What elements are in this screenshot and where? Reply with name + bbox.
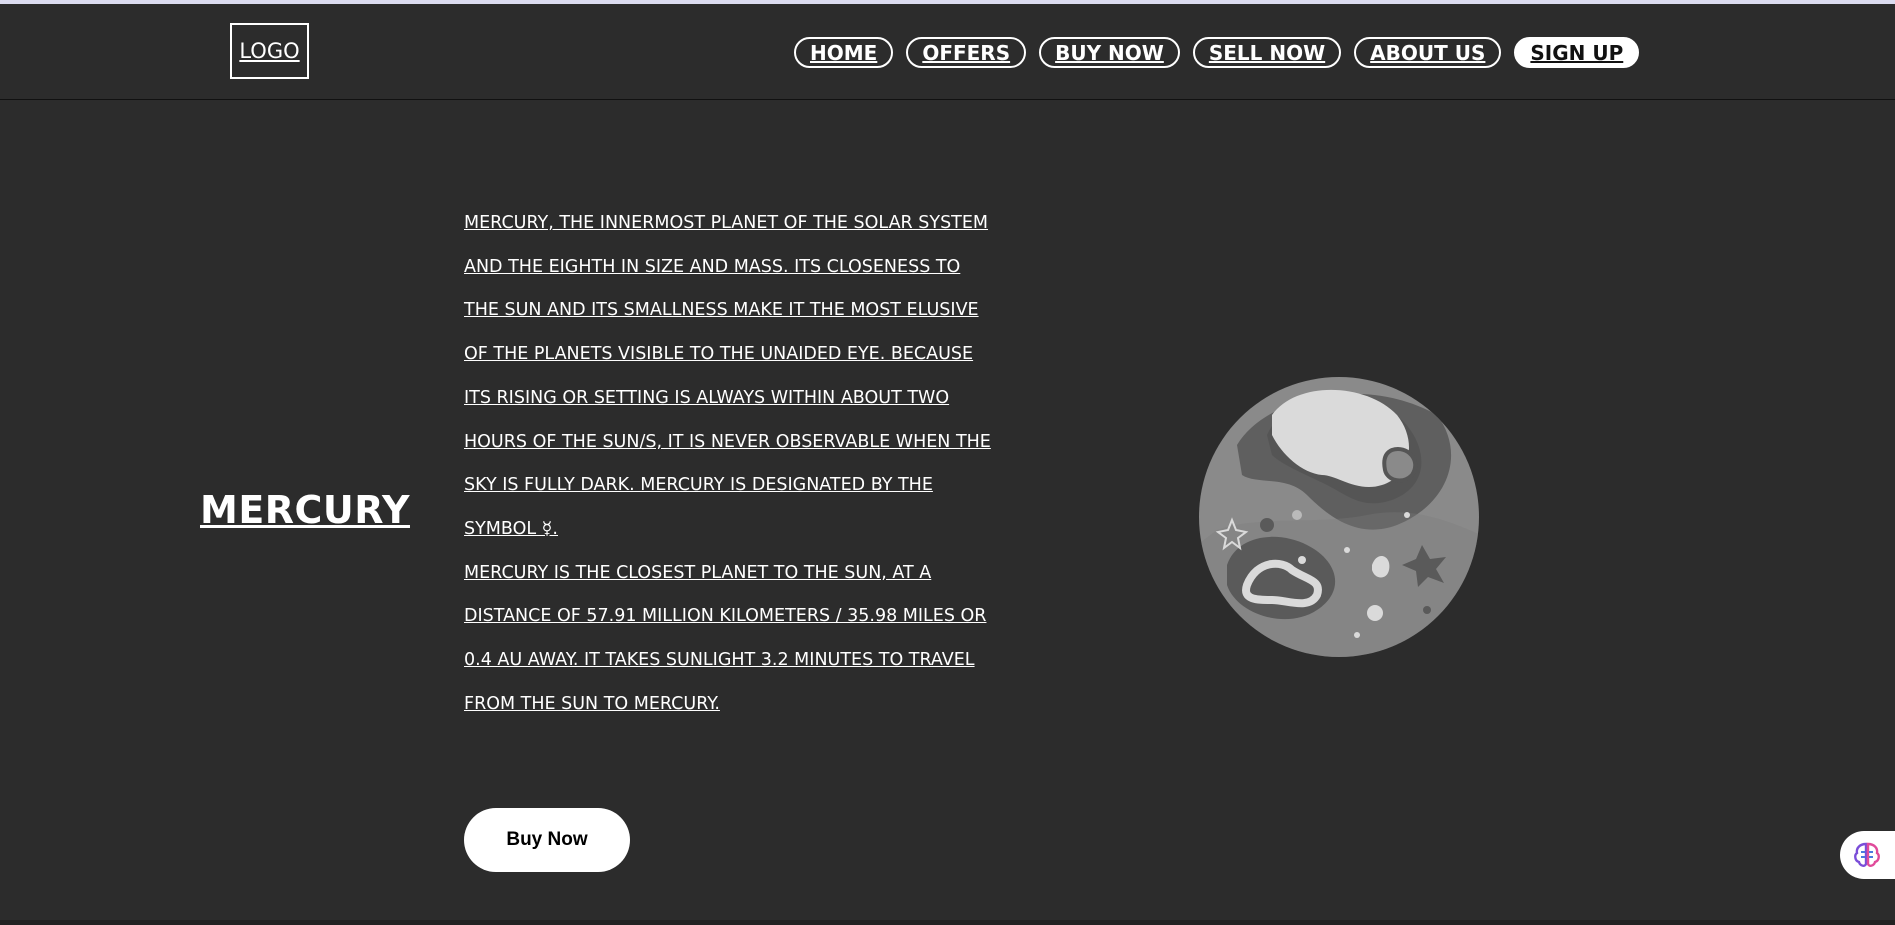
assistant-widget-button[interactable]: [1840, 831, 1895, 879]
page-bottom-edge: [0, 920, 1895, 925]
nav-offers-button[interactable]: OFFERS: [906, 37, 1027, 68]
main-nav: HOME OFFERS BUY NOW SELL NOW ABOUT US SI…: [794, 37, 1640, 68]
nav-buy-now-button[interactable]: BUY NOW: [1039, 37, 1180, 68]
buy-now-button[interactable]: Buy Now: [464, 808, 630, 872]
description-paragraph-2: Mercury is the closest planet to the sun…: [464, 562, 987, 714]
nav-about-us-button[interactable]: ABOUT US: [1354, 37, 1502, 68]
planet-description: Mercury, the innermost planet of the sol…: [464, 202, 994, 726]
page-title: MERCURY: [200, 488, 410, 532]
mercury-planet-illustration: [1199, 377, 1479, 657]
nav-sign-up-button[interactable]: SIGN UP: [1514, 37, 1640, 68]
nav-sell-now-button[interactable]: SELL NOW: [1192, 37, 1342, 68]
logo[interactable]: LOGO: [230, 23, 309, 79]
brain-icon: [1854, 842, 1880, 867]
nav-home-button[interactable]: HOME: [794, 37, 894, 68]
description-paragraph-1: Mercury, the innermost planet of the sol…: [464, 213, 991, 539]
site-header: LOGO HOME OFFERS BUY NOW SELL NOW ABOUT …: [0, 4, 1895, 100]
